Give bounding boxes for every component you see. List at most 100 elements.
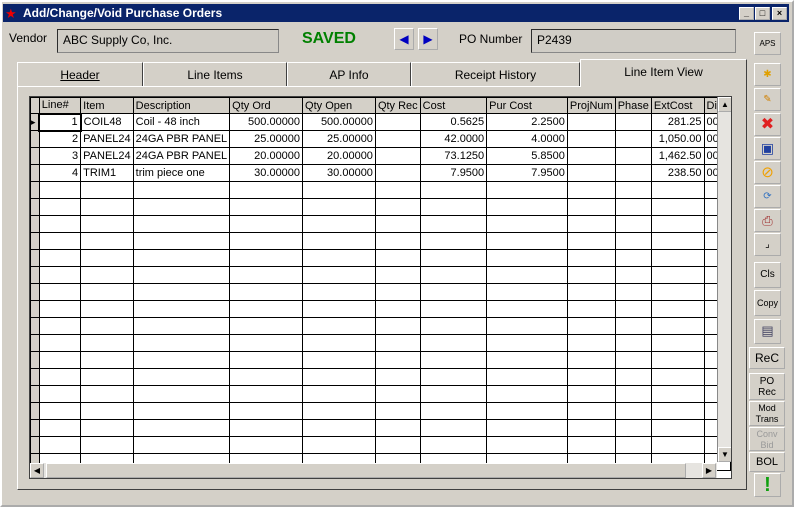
refresh-icon[interactable]: ⟳: [754, 185, 781, 208]
grid-cell[interactable]: [486, 419, 568, 437]
grid-cell[interactable]: [486, 232, 568, 250]
grid-cell[interactable]: [80, 181, 134, 199]
grid-cell[interactable]: [486, 351, 568, 369]
grid-cell[interactable]: [132, 283, 231, 301]
grid-cell[interactable]: 25.00000: [229, 130, 304, 148]
grid-cell[interactable]: [566, 130, 616, 148]
grid-cell[interactable]: [486, 385, 568, 403]
grid-cell[interactable]: [132, 215, 231, 233]
grid-cell[interactable]: [80, 436, 134, 454]
grid-cell[interactable]: [614, 215, 652, 233]
grid-cell[interactable]: PANEL24: [80, 147, 134, 165]
grid-cell[interactable]: [650, 232, 705, 250]
grid-cell[interactable]: [650, 402, 705, 420]
grid-cell[interactable]: [419, 249, 488, 267]
grid-cell[interactable]: [566, 334, 616, 352]
grid-cell[interactable]: [374, 385, 421, 403]
grid-cell[interactable]: [566, 113, 616, 131]
grid-cell[interactable]: [132, 249, 231, 267]
column-header[interactable]: Pur Cost: [486, 97, 568, 114]
grid-cell[interactable]: [419, 215, 488, 233]
grid-cell[interactable]: [229, 198, 304, 216]
grid-cell[interactable]: [38, 385, 82, 403]
tab-receipt-history[interactable]: Receipt History: [411, 62, 580, 87]
column-header[interactable]: Line#: [38, 97, 82, 114]
row-header[interactable]: [30, 317, 40, 335]
grid-cell[interactable]: 1,050.00: [650, 130, 705, 148]
grid-cell[interactable]: 4.0000: [486, 130, 568, 148]
line-items-grid[interactable]: Line# Item Description Qty Ord Qty Open Qty R…: [29, 96, 732, 479]
grid-cell[interactable]: [419, 283, 488, 301]
row-header[interactable]: [30, 181, 40, 199]
grid-cell[interactable]: [38, 249, 82, 267]
table-row[interactable]: [30, 385, 731, 403]
table-row[interactable]: [30, 334, 731, 352]
table-row[interactable]: [30, 300, 731, 318]
grid-cell[interactable]: 7.9500: [419, 164, 488, 182]
grid-cell[interactable]: [302, 351, 376, 369]
grid-cell[interactable]: [419, 385, 488, 403]
safe-icon[interactable]: ▤: [754, 319, 781, 344]
grid-cell[interactable]: [486, 181, 568, 199]
grid-cell[interactable]: [566, 419, 616, 437]
table-row[interactable]: [30, 402, 731, 420]
grid-cell[interactable]: [38, 317, 82, 335]
grid-cell[interactable]: [486, 215, 568, 233]
grid-cell[interactable]: [302, 181, 376, 199]
grid-cell[interactable]: [614, 436, 652, 454]
grid-cell[interactable]: [132, 351, 231, 369]
grid-cell[interactable]: [419, 351, 488, 369]
row-header[interactable]: [30, 215, 40, 233]
row-header[interactable]: [30, 147, 40, 165]
grid-cell[interactable]: [38, 283, 82, 301]
bol-button[interactable]: BOL: [749, 452, 785, 472]
grid-cell[interactable]: [374, 164, 421, 182]
grid-cell[interactable]: [132, 181, 231, 199]
grid-cell[interactable]: [302, 402, 376, 420]
grid-cell[interactable]: [614, 164, 652, 182]
grid-cell[interactable]: [486, 402, 568, 420]
scroll-right-button[interactable]: ▶: [702, 463, 716, 478]
grid-cell[interactable]: [486, 317, 568, 335]
grid-cell[interactable]: 238.50: [650, 164, 705, 182]
grid-cell[interactable]: [38, 436, 82, 454]
grid-cell[interactable]: [419, 368, 488, 386]
grid-cell[interactable]: [132, 300, 231, 318]
grid-cell[interactable]: [374, 402, 421, 420]
grid-cell[interactable]: [302, 334, 376, 352]
grid-cell[interactable]: 0.5625: [419, 113, 488, 131]
grid-cell[interactable]: [419, 232, 488, 250]
grid-cell[interactable]: [614, 317, 652, 335]
grid-cell[interactable]: 30.00000: [229, 164, 304, 182]
grid-cell[interactable]: [650, 198, 705, 216]
grid-cell[interactable]: [374, 300, 421, 318]
grid-cell[interactable]: [650, 283, 705, 301]
grid-cell[interactable]: [132, 402, 231, 420]
grid-cell[interactable]: [614, 232, 652, 250]
grid-cell[interactable]: [419, 334, 488, 352]
horizontal-scrollbar[interactable]: ◀ ▶: [30, 463, 717, 478]
grid-cell[interactable]: [650, 317, 705, 335]
grid-cell[interactable]: [38, 215, 82, 233]
po-rec-button[interactable]: PO Rec: [749, 373, 785, 400]
grid-cell[interactable]: [614, 130, 652, 148]
grid-cell[interactable]: [374, 283, 421, 301]
grid-cell[interactable]: [132, 436, 231, 454]
row-header[interactable]: [30, 232, 40, 250]
grid-cell[interactable]: [80, 368, 134, 386]
row-header[interactable]: [30, 368, 40, 386]
table-row[interactable]: [30, 198, 731, 216]
grid-cell[interactable]: [80, 317, 134, 335]
grid-cell[interactable]: [374, 215, 421, 233]
grid-cell[interactable]: [566, 351, 616, 369]
grid-cell[interactable]: [38, 198, 82, 216]
grid-cell[interactable]: [229, 402, 304, 420]
grid-cell[interactable]: [650, 181, 705, 199]
grid-cell[interactable]: 5.8500: [486, 147, 568, 165]
scroll-left-button[interactable]: ◀: [30, 463, 44, 478]
grid-cell[interactable]: [229, 351, 304, 369]
corner-icon[interactable]: ⌟: [754, 233, 781, 256]
grid-cell[interactable]: [229, 300, 304, 318]
grid-cell[interactable]: 30.00000: [302, 164, 376, 182]
grid-cell[interactable]: trim piece one: [132, 164, 231, 182]
